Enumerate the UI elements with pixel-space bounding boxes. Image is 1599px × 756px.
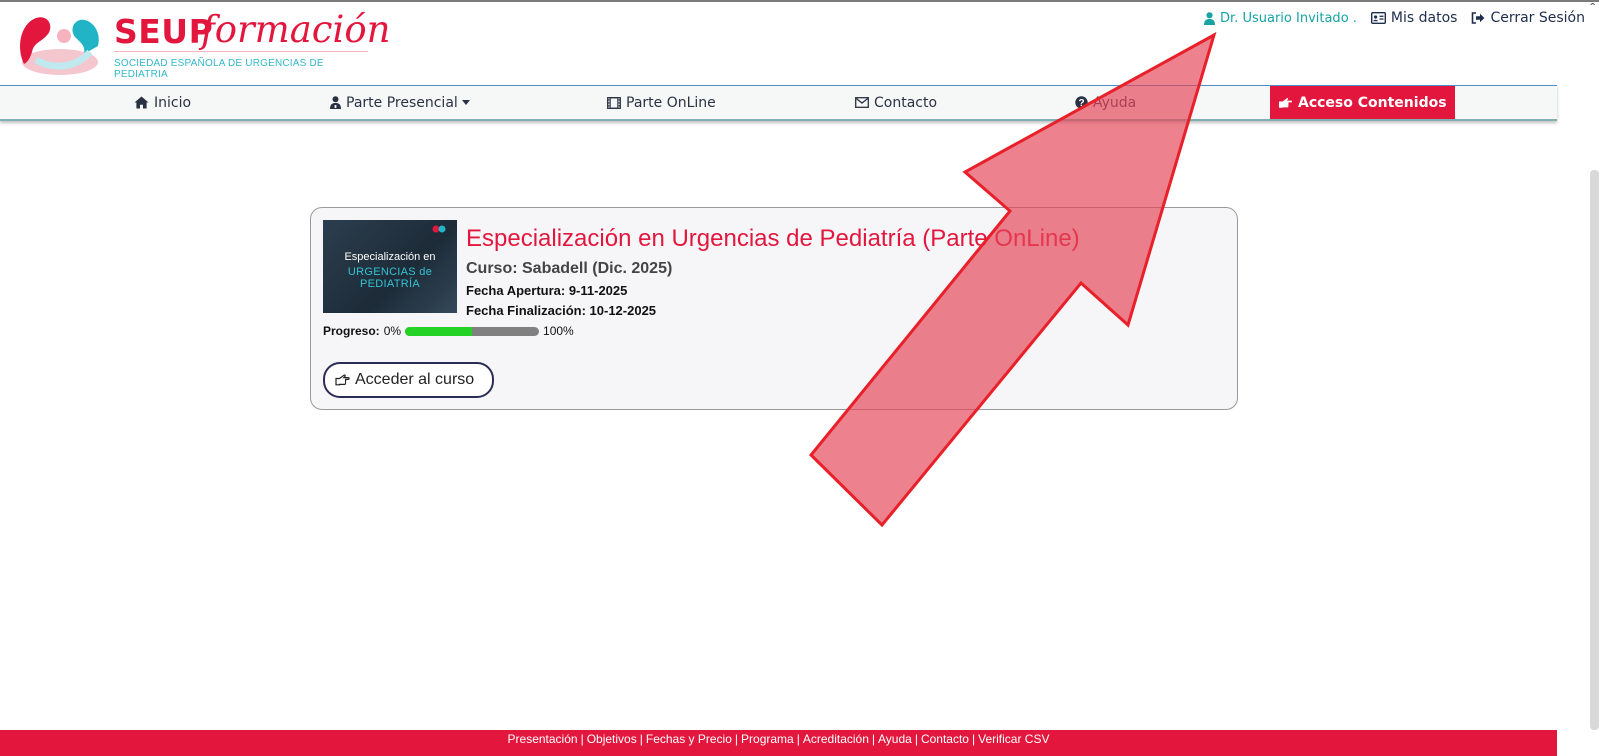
envelope-icon	[855, 97, 869, 108]
footer-link-verificar-csv[interactable]: Verificar CSV	[978, 732, 1049, 746]
brand-name: SEUP	[114, 12, 214, 51]
nav-item-contacto[interactable]: Contacto	[855, 86, 937, 119]
mis-datos-link[interactable]: Mis datos	[1370, 10, 1458, 26]
brand-tagline: formación	[201, 8, 391, 51]
user-nav: Dr. Usuario Invitado . Mis datos Cerrar …	[1204, 8, 1599, 28]
question-icon: ?	[1075, 96, 1088, 109]
progress-max-label: 100%	[543, 324, 574, 338]
footer-separator: |	[871, 732, 876, 746]
nav-item-ayuda[interactable]: ? Ayuda	[1075, 86, 1136, 119]
id-card-icon	[1370, 12, 1386, 24]
nav-item-label: Contacto	[874, 94, 938, 111]
footer-separator: |	[971, 732, 976, 746]
mis-datos-label: Mis datos	[1390, 10, 1458, 26]
nav-item-acceso-contenidos[interactable]: Acceso Contenidos	[1270, 86, 1455, 119]
course-opening-date: Fecha Apertura: 9-11-2025	[466, 283, 628, 298]
nav-item-parte-online[interactable]: Parte OnLine	[607, 86, 716, 119]
nav-item-inicio[interactable]: Inicio	[134, 86, 191, 119]
seup-logo[interactable]: SEUP formación SOCIEDAD ESPAÑOLA DE URGE…	[14, 8, 390, 80]
film-icon	[607, 96, 621, 109]
footer-link-presentacion[interactable]: Presentación	[508, 732, 578, 746]
seup-logo-mark-icon	[432, 225, 446, 233]
svg-text:?: ?	[1078, 98, 1084, 109]
course-title[interactable]: Especialización en Urgencias de Pediatrí…	[466, 225, 1080, 253]
nav-item-label: Inicio	[154, 94, 192, 111]
brand-divider	[114, 51, 368, 52]
nav-item-label: Parte Presencial	[346, 94, 458, 111]
page-scrollbar[interactable]	[1590, 170, 1599, 730]
thumbnail-line2: URGENCIAS de PEDIATRÍA	[347, 266, 433, 290]
footer-link-contacto[interactable]: Contacto	[921, 732, 969, 746]
acceder-curso-label: Acceder al curso	[355, 371, 475, 388]
progress-label: Progreso:	[323, 324, 380, 338]
seup-logo-mark-icon	[20, 17, 99, 75]
footer-separator: |	[914, 732, 918, 746]
main-nav: Inicio Parte Presencial Parte OnLine Con…	[0, 85, 1557, 121]
cerrar-sesion-label: Cerrar Sesión	[1490, 10, 1585, 26]
footer-separator: |	[639, 732, 643, 746]
thumbnail-line1: Especialización en	[344, 251, 436, 263]
footer-link-acreditacion[interactable]: Acreditación	[803, 732, 869, 746]
course-subtitle: Curso: Sabadell (Dic. 2025)	[466, 260, 673, 277]
course-thumbnail[interactable]: Especialización en URGENCIAS de PEDIATRÍ…	[323, 220, 457, 313]
user-name-link[interactable]: Dr. Usuario Invitado .	[1204, 11, 1357, 26]
course-closing-date: Fecha Finalización: 10-12-2025	[466, 303, 657, 318]
hand-point-right-icon	[1279, 97, 1293, 108]
course-progress: Progreso: 0% 100%	[323, 324, 574, 338]
footer-link-ayuda[interactable]: Ayuda	[878, 732, 912, 746]
footer: Presentación | Objetivos | Fechas y Precio | P…	[0, 730, 1557, 756]
cerrar-sesion-link[interactable]: Cerrar Sesión	[1471, 10, 1585, 26]
acceder-curso-button[interactable]: Acceder al curso	[323, 362, 495, 398]
progress-min-label: 0%	[383, 324, 402, 338]
footer-separator: |	[796, 732, 800, 746]
nav-item-parte-presencial[interactable]: Parte Presencial	[330, 86, 470, 119]
brand-subtitle: SOCIEDAD ESPAÑOLA DE URGENCIAS DE PEDIAT…	[114, 58, 324, 80]
sign-out-icon	[1472, 12, 1485, 24]
footer-separator: |	[580, 732, 584, 746]
progress-bar-fill	[405, 326, 473, 336]
nav-item-label: Parte OnLine	[626, 94, 716, 111]
window-top-border	[0, 0, 1599, 2]
footer-link-fechas-precio[interactable]: Fechas y Precio	[646, 732, 732, 746]
user-name-label: Dr. Usuario Invitado .	[1220, 10, 1357, 26]
collapse-caret-icon[interactable]: ˆ	[1590, 0, 1595, 16]
nav-item-label: Ayuda	[1093, 94, 1137, 111]
chevron-down-icon	[461, 100, 470, 105]
user-md-icon	[330, 96, 341, 109]
home-icon	[134, 96, 149, 109]
progress-bar	[405, 326, 540, 336]
course-card: Especialización en URGENCIAS de PEDIATRÍ…	[310, 207, 1238, 410]
footer-link-programa[interactable]: Programa	[741, 732, 794, 746]
footer-separator: |	[734, 732, 739, 746]
footer-link-objetivos[interactable]: Objetivos	[587, 732, 637, 746]
user-icon	[1204, 11, 1216, 25]
hand-point-right-icon	[335, 374, 350, 386]
nav-item-label: Acceso Contenidos	[1298, 94, 1447, 111]
